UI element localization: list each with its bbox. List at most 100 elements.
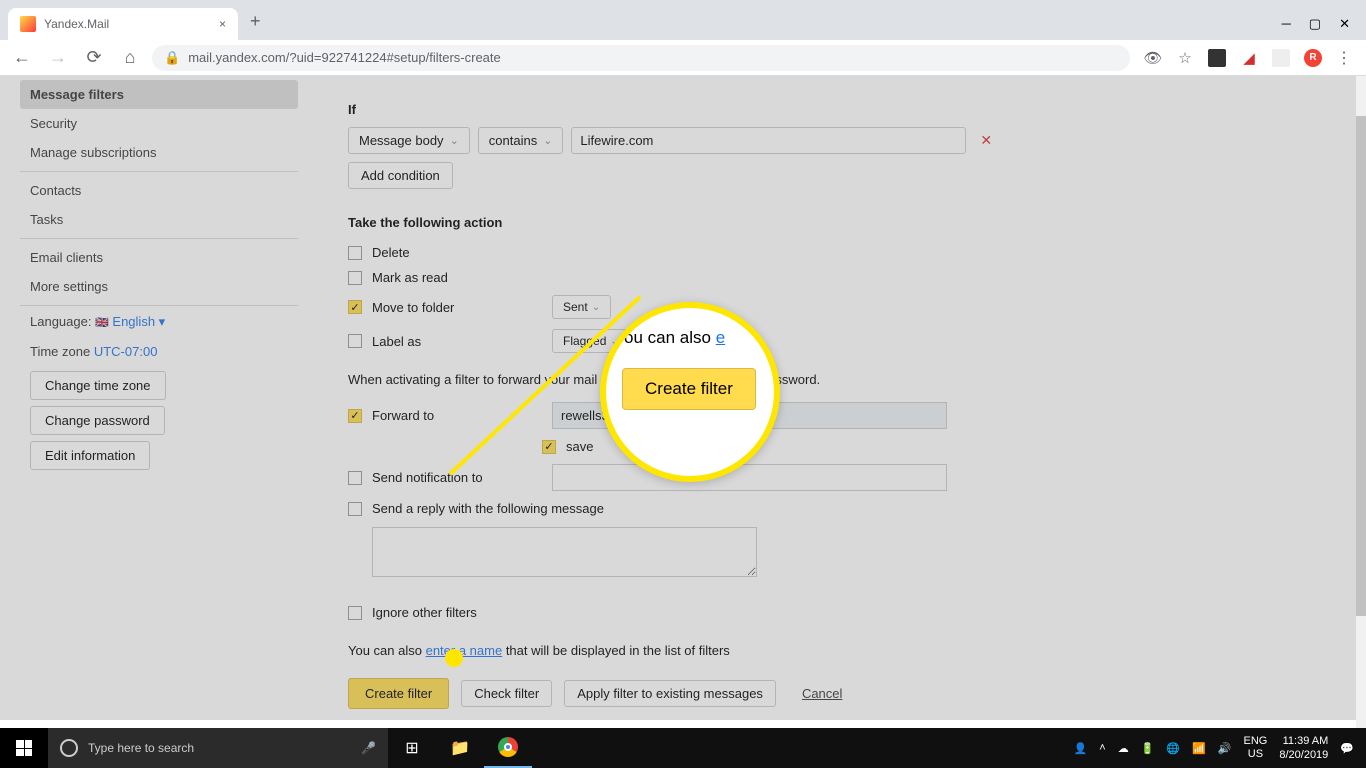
reload-button[interactable]: ⟳ <box>80 44 108 72</box>
ignore-filters-checkbox[interactable] <box>348 606 362 620</box>
move-folder-select[interactable]: Sent <box>552 295 611 319</box>
condition-operator-select[interactable]: contains <box>478 127 564 154</box>
new-tab-button[interactable]: + <box>238 3 273 40</box>
start-button[interactable] <box>0 728 48 768</box>
forward-checkbox[interactable]: ✓ <box>348 409 362 423</box>
label-as-label: Label as <box>372 334 542 349</box>
edit-information-button[interactable]: Edit information <box>30 441 150 470</box>
wifi-icon[interactable]: 📶 <box>1192 742 1206 755</box>
move-folder-checkbox[interactable]: ✓ <box>348 300 362 314</box>
timezone-row: Time zone UTC-07:00 <box>20 338 318 365</box>
search-placeholder: Type here to search <box>88 741 194 755</box>
battery-icon[interactable]: 🔋 <box>1141 742 1155 755</box>
add-condition-button[interactable]: Add condition <box>348 162 453 189</box>
reply-textarea[interactable] <box>372 527 757 577</box>
browser-toolbar: ← → ⟳ ⌂ 🔒 mail.yandex.com/?uid=922741224… <box>0 40 1366 76</box>
mark-read-checkbox[interactable] <box>348 271 362 285</box>
move-folder-label: Move to folder <box>372 300 542 315</box>
action-label: Take the following action <box>348 215 1336 230</box>
extension-icon-3[interactable] <box>1272 49 1290 67</box>
windows-taskbar: Type here to search 🎤 ⊞ 📁 👤 ˄ ☁ 🔋 🌐 📶 🔊 … <box>0 728 1366 768</box>
sidebar-item-tasks[interactable]: Tasks <box>20 205 298 234</box>
profile-avatar[interactable]: R <box>1304 49 1322 67</box>
sidebar-item-message-filters[interactable]: Message filters <box>20 80 298 109</box>
star-icon[interactable]: ☆ <box>1176 49 1194 67</box>
clock[interactable]: 11:39 AM8/20/2019 <box>1279 734 1328 763</box>
chevron-down-icon[interactable]: ▾ <box>159 314 166 329</box>
if-label: If <box>348 102 1336 117</box>
url-text: mail.yandex.com/?uid=922741224#setup/fil… <box>188 50 501 65</box>
cancel-link[interactable]: Cancel <box>802 686 842 701</box>
save-copy-label: save <box>566 439 593 454</box>
maximize-icon[interactable]: ▢ <box>1309 16 1321 32</box>
tray-up-icon[interactable]: ˄ <box>1099 742 1105 754</box>
zoom-create-filter-button: Create filter <box>622 368 756 410</box>
browser-tab[interactable]: Yandex.Mail × <box>8 8 238 40</box>
onedrive-icon[interactable]: ☁ <box>1118 742 1129 755</box>
send-notification-checkbox[interactable] <box>348 471 362 485</box>
apply-filter-button[interactable]: Apply filter to existing messages <box>564 680 776 707</box>
enter-name-link[interactable]: enter a name <box>426 643 503 658</box>
language-link[interactable]: English <box>112 314 155 329</box>
file-explorer-icon[interactable]: 📁 <box>436 728 484 768</box>
sidebar-item-email-clients[interactable]: Email clients <box>20 243 298 272</box>
delete-checkbox[interactable] <box>348 246 362 260</box>
delete-label: Delete <box>372 245 410 260</box>
taskbar-search[interactable]: Type here to search 🎤 <box>48 728 388 768</box>
notifications-icon[interactable]: 💬 <box>1340 742 1354 755</box>
create-filter-button[interactable]: Create filter <box>348 678 449 709</box>
home-button[interactable]: ⌂ <box>116 44 144 72</box>
callout-dot <box>445 649 463 667</box>
zoom-text: ou can also e <box>600 328 780 348</box>
settings-sidebar: Message filters Security Manage subscrip… <box>0 76 318 728</box>
minimize-icon[interactable]: ─ <box>1282 16 1291 32</box>
save-copy-checkbox[interactable]: ✓ <box>542 440 556 454</box>
tab-title: Yandex.Mail <box>44 17 109 31</box>
sidebar-item-security[interactable]: Security <box>20 109 298 138</box>
extension-icon-1[interactable] <box>1208 49 1226 67</box>
extension-icons: 👁 ☆ ◢ R ⋮ <box>1138 48 1358 68</box>
ignore-filters-label: Ignore other filters <box>372 605 477 620</box>
notification-input[interactable] <box>552 464 947 491</box>
sidebar-item-subscriptions[interactable]: Manage subscriptions <box>20 138 298 167</box>
yandex-mail-icon <box>20 16 36 32</box>
windows-logo-icon <box>16 740 32 756</box>
mark-read-label: Mark as read <box>372 270 448 285</box>
filter-form: If Message body contains ✕ Add condition… <box>318 76 1366 728</box>
forward-note: When activating a filter to forward your… <box>348 372 1336 387</box>
mic-icon[interactable]: 🎤 <box>361 741 376 755</box>
condition-field-select[interactable]: Message body <box>348 127 470 154</box>
browser-tab-strip: Yandex.Mail × + ─ ▢ ✕ <box>0 0 1366 40</box>
extension-icon-2[interactable]: ◢ <box>1240 49 1258 67</box>
enter-name-line: You can also enter a name that will be d… <box>348 643 1336 658</box>
check-filter-button[interactable]: Check filter <box>461 680 552 707</box>
language-indicator[interactable]: ENGUS <box>1244 735 1268 761</box>
label-as-checkbox[interactable] <box>348 334 362 348</box>
address-bar[interactable]: 🔒 mail.yandex.com/?uid=922741224#setup/f… <box>152 45 1130 71</box>
chrome-menu-icon[interactable]: ⋮ <box>1336 48 1352 68</box>
volume-icon[interactable]: 🔊 <box>1218 742 1232 755</box>
back-button[interactable]: ← <box>8 44 36 72</box>
condition-value-input[interactable] <box>571 127 966 154</box>
close-window-icon[interactable]: ✕ <box>1339 16 1350 32</box>
change-password-button[interactable]: Change password <box>30 406 165 435</box>
timezone-value: UTC-07:00 <box>94 344 158 359</box>
cortana-icon <box>60 739 78 757</box>
eye-icon[interactable]: 👁 <box>1144 49 1162 67</box>
task-view-icon[interactable]: ⊞ <box>388 728 436 768</box>
lock-icon: 🔒 <box>164 50 180 66</box>
window-controls: ─ ▢ ✕ <box>1266 16 1366 40</box>
people-icon[interactable]: 👤 <box>1074 742 1088 755</box>
delete-condition-icon[interactable]: ✕ <box>974 132 998 149</box>
chrome-icon[interactable] <box>484 728 532 768</box>
send-reply-label: Send a reply with the following message <box>372 501 604 516</box>
send-reply-checkbox[interactable] <box>348 502 362 516</box>
forward-button[interactable]: → <box>44 44 72 72</box>
change-timezone-button[interactable]: Change time zone <box>30 371 166 400</box>
sidebar-item-contacts[interactable]: Contacts <box>20 176 298 205</box>
scroll-thumb[interactable] <box>1356 116 1366 616</box>
scrollbar[interactable] <box>1356 76 1366 728</box>
network-icon[interactable]: 🌐 <box>1166 742 1180 755</box>
close-icon[interactable]: × <box>219 17 226 31</box>
sidebar-item-more-settings[interactable]: More settings <box>20 272 298 301</box>
